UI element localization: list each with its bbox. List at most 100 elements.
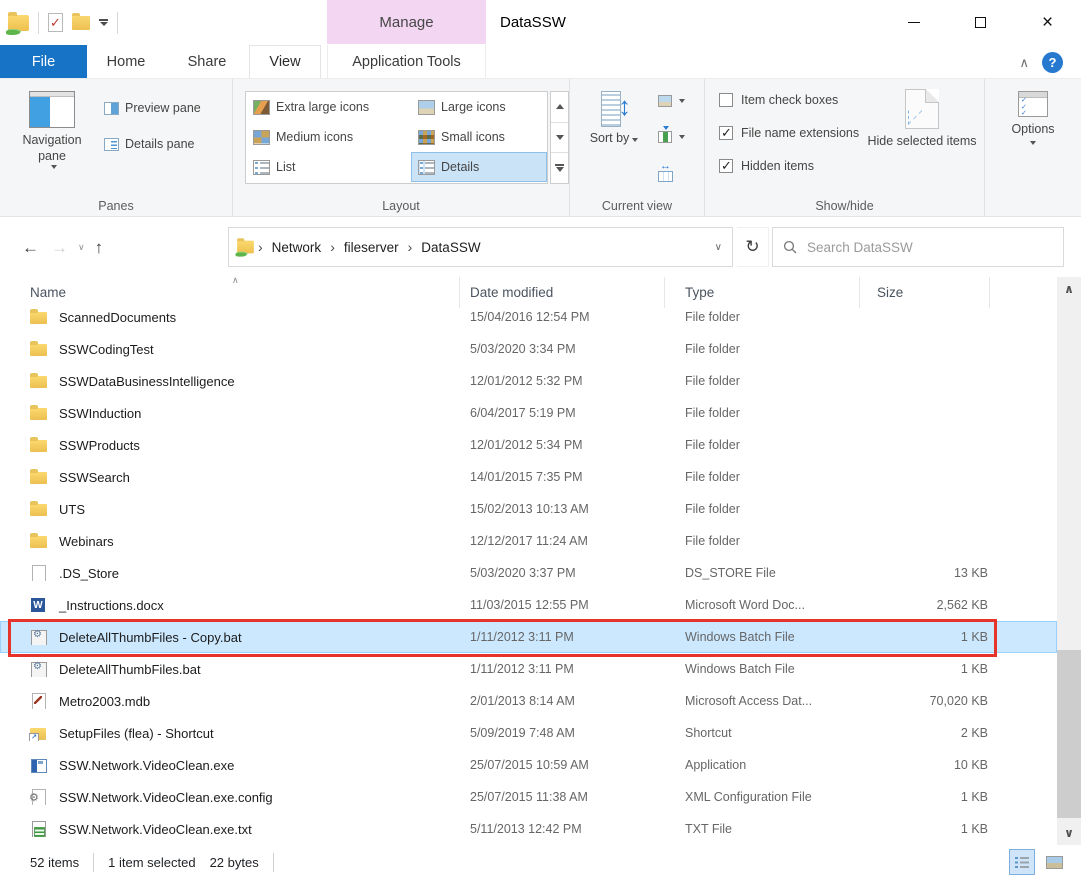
file-row[interactable]: SSWDataBusinessIntelligence 12/01/2012 5… xyxy=(0,365,1057,397)
breadcrumb-network[interactable]: Network xyxy=(265,240,329,255)
file-row[interactable]: DeleteAllThumbFiles - Copy.bat 1/11/2012… xyxy=(0,621,1057,653)
file-row[interactable]: UTS 15/02/2013 10:13 AM File folder xyxy=(0,493,1057,525)
file-row[interactable]: Webinars 12/12/2017 11:24 AM File folder xyxy=(0,525,1057,557)
refresh-button[interactable]: ↻ xyxy=(737,227,769,267)
breadcrumb-datassw[interactable]: DataSSW xyxy=(414,240,487,255)
vertical-scrollbar[interactable]: ∧ ∨ xyxy=(1057,277,1081,845)
file-type: DS_STORE File xyxy=(665,566,860,580)
help-button[interactable]: ? xyxy=(1042,52,1063,73)
file-row[interactable]: SSWProducts 12/01/2012 5:34 PM File fold… xyxy=(0,429,1057,461)
file-row[interactable]: ScannedDocuments 15/04/2016 12:54 PM Fil… xyxy=(0,308,1057,333)
group-by-icon xyxy=(658,95,672,107)
preview-pane-button[interactable]: Preview pane xyxy=(104,101,201,115)
file-size: 1 KB xyxy=(860,662,990,676)
selection-count: 1 item selected xyxy=(108,855,195,870)
file-type: File folder xyxy=(665,534,860,548)
add-columns-button[interactable] xyxy=(658,131,685,143)
file-date-modified: 12/01/2012 5:32 PM xyxy=(460,374,665,388)
file-row[interactable]: SSW.Network.VideoClean.exe.config 25/07/… xyxy=(0,781,1057,813)
group-by-button[interactable] xyxy=(658,95,685,107)
thumbnails-view-icon xyxy=(1046,856,1063,869)
gallery-more-button[interactable] xyxy=(551,153,568,183)
breadcrumb-fileserver[interactable]: fileserver xyxy=(337,240,406,255)
gallery-scroll-up-button[interactable] xyxy=(551,92,568,123)
file-date-modified: 12/12/2017 11:24 AM xyxy=(460,534,665,548)
column-header-date-modified[interactable]: Date modified xyxy=(460,277,665,308)
size-all-columns-icon xyxy=(658,171,673,182)
tab-application-tools[interactable]: Application Tools xyxy=(327,45,486,78)
navigation-pane-button[interactable]: Navigation pane xyxy=(14,91,90,169)
show-hide-checkbox[interactable]: Item check boxes xyxy=(719,93,838,107)
new-folder-icon[interactable] xyxy=(72,16,90,30)
file-type: Microsoft Access Dat... xyxy=(665,694,860,708)
properties-check-icon[interactable] xyxy=(48,13,63,32)
file-row[interactable]: SSWInduction 6/04/2017 5:19 PM File fold… xyxy=(0,397,1057,429)
show-hide-checkbox[interactable]: File name extensions xyxy=(719,126,859,140)
scroll-up-arrow-icon[interactable]: ∧ xyxy=(1057,277,1081,301)
collapse-ribbon-chevron-icon[interactable]: ∧ xyxy=(1019,55,1029,71)
size-columns-button[interactable] xyxy=(658,171,673,182)
up-button[interactable]: ↑ xyxy=(89,238,110,258)
file-name: _Instructions.docx xyxy=(59,598,164,613)
file-row[interactable]: _Instructions.docx 11/03/2015 12:55 PM M… xyxy=(0,589,1057,621)
back-button[interactable]: ← xyxy=(16,238,45,258)
gallery-scroll-down-button[interactable] xyxy=(551,123,568,154)
layout-item-medium-icons[interactable]: Medium icons xyxy=(246,122,411,152)
column-header-name[interactable]: Name xyxy=(20,277,460,308)
details-pane-button[interactable]: Details pane xyxy=(104,137,195,151)
file-row[interactable]: SSWSearch 14/01/2015 7:35 PM File folder xyxy=(0,461,1057,493)
search-box[interactable]: Search DataSSW xyxy=(772,227,1064,267)
file-name: Webinars xyxy=(59,534,114,549)
tab-file[interactable]: File xyxy=(0,45,87,78)
file-name: UTS xyxy=(59,502,85,517)
file-row[interactable]: SetupFiles (flea) - Shortcut 5/09/2019 7… xyxy=(0,717,1057,749)
customize-toolbar-caret-icon[interactable] xyxy=(99,19,108,26)
file-name: SSWSearch xyxy=(59,470,130,485)
recent-locations-caret-icon[interactable]: ∨ xyxy=(74,242,89,253)
scrollbar-thumb[interactable] xyxy=(1057,650,1081,818)
layout-item-list[interactable]: List xyxy=(246,152,411,182)
sort-by-button[interactable]: Sort by xyxy=(588,91,640,146)
layout-item-small-icons[interactable]: Small icons xyxy=(411,122,547,152)
file-row[interactable]: DeleteAllThumbFiles.bat 1/11/2012 3:11 P… xyxy=(0,653,1057,685)
tab-home[interactable]: Home xyxy=(87,45,165,78)
column-header-type[interactable]: Type xyxy=(665,277,860,308)
layout-item-large-icons[interactable]: Large icons xyxy=(411,92,547,122)
file-row[interactable]: Metro2003.mdb 2/01/2013 8:14 AM Microsof… xyxy=(0,685,1057,717)
file-date-modified: 2/01/2013 8:14 AM xyxy=(460,694,665,708)
search-icon xyxy=(783,240,797,254)
file-size: 13 KB xyxy=(860,566,990,580)
column-header-size[interactable]: Size xyxy=(860,277,990,308)
hide-selected-items-icon xyxy=(905,89,939,129)
file-row[interactable]: .DS_Store 5/03/2020 3:37 PM DS_STORE Fil… xyxy=(0,557,1057,589)
triangle-down-icon xyxy=(556,135,564,140)
close-button[interactable]: × xyxy=(1014,0,1081,45)
hide-selected-items-button[interactable]: Hide selected items xyxy=(867,89,977,149)
minimize-button[interactable] xyxy=(880,0,947,45)
tab-share[interactable]: Share xyxy=(165,45,249,78)
details-view-toggle-button[interactable] xyxy=(1009,849,1035,875)
scroll-down-arrow-icon[interactable]: ∨ xyxy=(1057,821,1081,845)
address-bar[interactable]: › Network › fileserver › DataSSW ∨ xyxy=(228,227,733,267)
file-row[interactable]: SSWCodingTest 5/03/2020 3:34 PM File fol… xyxy=(0,333,1057,365)
show-hide-checkbox[interactable]: Hidden items xyxy=(719,159,814,173)
layout-item-extra-large-icons[interactable]: Extra large icons xyxy=(246,92,411,122)
triangle-up-icon xyxy=(556,104,564,109)
file-row[interactable]: SSW.Network.VideoClean.exe 25/07/2015 10… xyxy=(0,749,1057,781)
file-rows-viewport: ScannedDocuments 15/04/2016 12:54 PM Fil… xyxy=(0,308,1057,845)
file-type: XML Configuration File xyxy=(665,790,860,804)
view-toggle-buttons xyxy=(1009,849,1067,875)
forward-button[interactable]: → xyxy=(45,238,74,258)
toolbar-separator xyxy=(117,12,118,34)
address-dropdown-caret-icon[interactable]: ∨ xyxy=(715,242,726,253)
tab-view[interactable]: View xyxy=(249,45,321,78)
file-row[interactable]: SSW.Network.VideoClean.exe.txt 5/11/2013… xyxy=(0,813,1057,845)
maximize-button[interactable] xyxy=(947,0,1014,45)
ribbon-tab-row: File Home Share View Application Tools xyxy=(0,45,1081,78)
options-button[interactable]: Options xyxy=(1003,91,1063,145)
folder-icon xyxy=(30,341,47,357)
file-name: Metro2003.mdb xyxy=(59,694,150,709)
thumbnails-view-toggle-button[interactable] xyxy=(1041,849,1067,875)
layout-item-details[interactable]: Details xyxy=(411,152,547,182)
file-type: Shortcut xyxy=(665,726,860,740)
